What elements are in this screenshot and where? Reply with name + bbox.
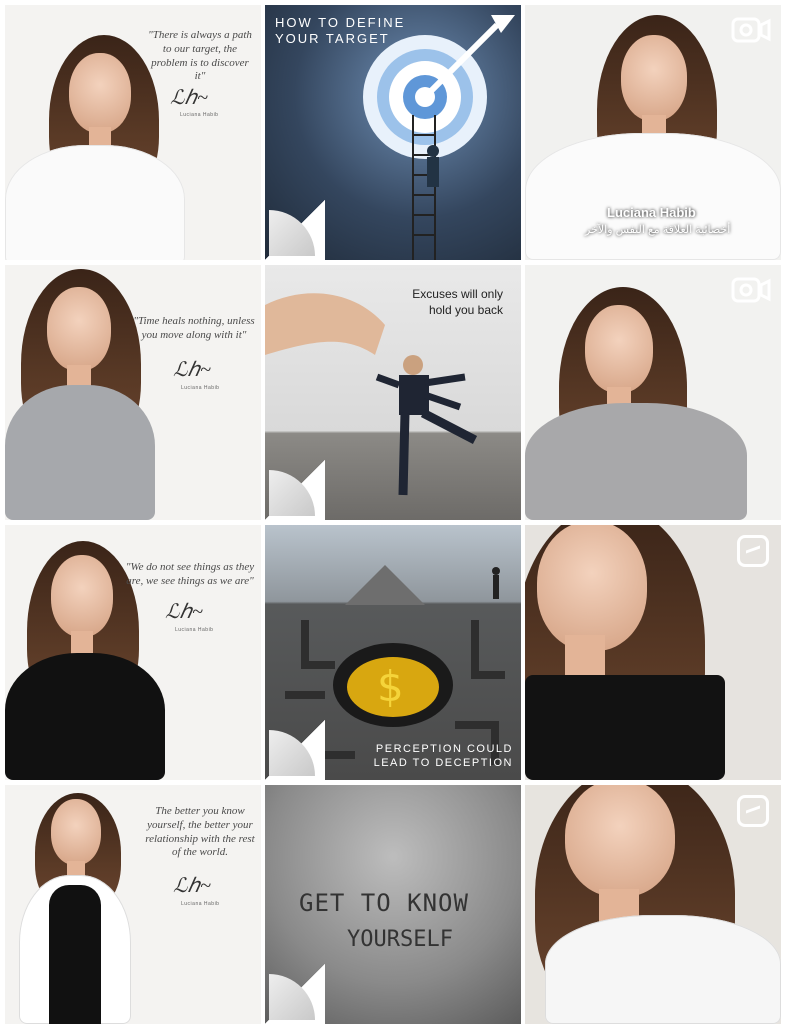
- title-line-1: GET TO KNOW: [299, 889, 469, 917]
- grid-post-6[interactable]: [525, 265, 781, 520]
- grid-post-5[interactable]: Excuses will only hold you back: [265, 265, 521, 520]
- signature: ℒℎ~: [165, 601, 203, 623]
- signature: ℒℎ~: [173, 875, 211, 897]
- signature-name: Luciana Habib: [180, 112, 219, 118]
- grid-post-3[interactable]: Luciana Habib أخصائية العلاقة مع النفس و…: [525, 5, 781, 260]
- grid-post-4[interactable]: "Time heals nothing, unless you move alo…: [5, 265, 261, 520]
- grid-post-1[interactable]: "There is always a path to our target, t…: [5, 5, 261, 260]
- quote-text: The better you know yourself, the better…: [145, 805, 255, 859]
- title-line-1: PERCEPTION COULD: [375, 743, 513, 755]
- page-curl: [265, 720, 325, 780]
- caption-arabic: أخصائية العلاقة مع النفس والآخر: [585, 224, 731, 236]
- grid-post-10[interactable]: The better you know yourself, the better…: [5, 785, 261, 1024]
- camera-icon: [731, 277, 771, 303]
- camera-icon: [731, 17, 771, 43]
- igtv-icon: [737, 795, 769, 827]
- page-curl: [265, 200, 325, 260]
- grid-post-2[interactable]: HOW TO DEFINE YOUR TARGET: [265, 5, 521, 260]
- grid-post-7[interactable]: "We do not see things as they are, we se…: [5, 525, 261, 780]
- page-curl: [265, 964, 325, 1024]
- signature: ℒℎ~: [170, 87, 208, 109]
- igtv-icon: [737, 535, 769, 567]
- signature-name: Luciana Habib: [181, 385, 220, 391]
- woman-portrait: [5, 265, 261, 520]
- grid-post-9[interactable]: [525, 525, 781, 780]
- quote-text: "We do not see things as they are, we se…: [125, 561, 255, 587]
- svg-text:$: $: [377, 662, 404, 711]
- grid-post-12[interactable]: [525, 785, 781, 1024]
- quote-text: "Time heals nothing, unless you move alo…: [133, 315, 255, 341]
- post-grid: "There is always a path to our target, t…: [0, 0, 789, 1024]
- caption-name: Luciana Habib: [607, 205, 696, 220]
- page-curl: [265, 460, 325, 520]
- signature: ℒℎ~: [173, 359, 211, 381]
- title-line-2: LEAD TO DECEPTION: [373, 757, 513, 769]
- title-line-2: YOURSELF: [347, 927, 453, 952]
- signature-name: Luciana Habib: [175, 627, 214, 633]
- signature-name: Luciana Habib: [181, 901, 220, 907]
- grid-post-8[interactable]: $ PERCEPTION COULD LEAD TO DECEPTION: [265, 525, 521, 780]
- quote-text: "There is always a path to our target, t…: [148, 29, 252, 83]
- grid-post-11[interactable]: GET TO KNOW YOURSELF: [265, 785, 521, 1024]
